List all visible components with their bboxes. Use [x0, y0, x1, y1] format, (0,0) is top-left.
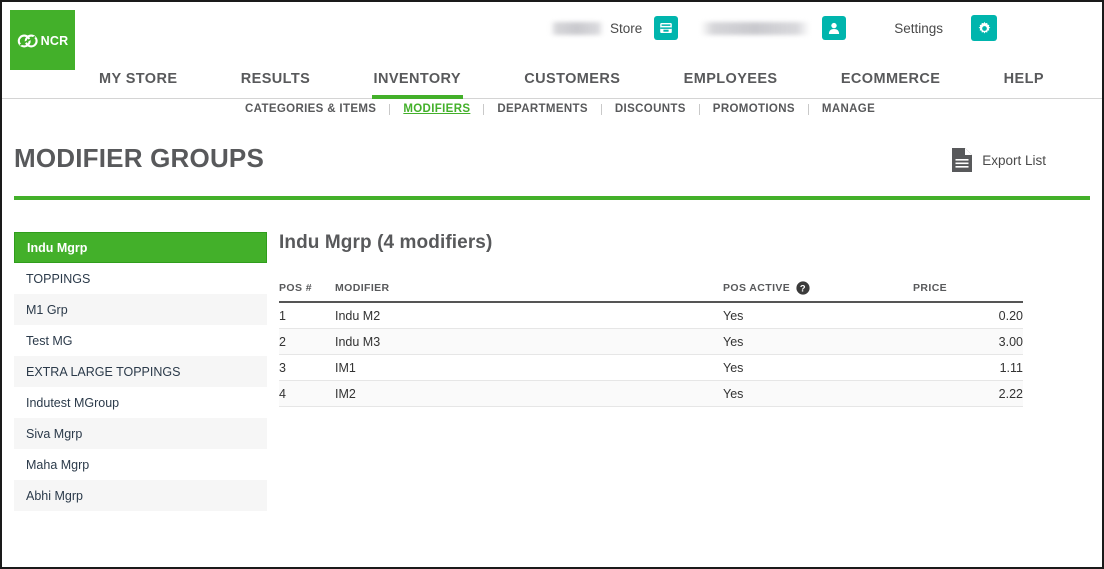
- subnav-separator: [483, 103, 485, 115]
- page-header: MODIFIER GROUPS Export List: [2, 138, 1102, 196]
- ncr-logo[interactable]: NCR: [10, 10, 75, 72]
- cell-pos: 1: [279, 302, 335, 329]
- table-body: 1 Indu M2 Yes 0.20 2 Indu M3 Yes 3.00 3 …: [279, 302, 1023, 407]
- user-profile-icon[interactable]: [822, 16, 847, 40]
- sidebar-item-test-mg[interactable]: Test MG: [14, 325, 267, 356]
- nav-item-employees[interactable]: EMPLOYEES: [682, 70, 780, 99]
- subnav-separator: [807, 103, 809, 115]
- nav-item-ecommerce[interactable]: ECOMMERCE: [839, 70, 942, 99]
- subnav-item-departments[interactable]: DEPARTMENTS: [497, 103, 588, 115]
- page-content: Indu Mgrp TOPPINGS M1 Grp Test MG EXTRA …: [2, 200, 1102, 511]
- subnav-separator: [600, 103, 602, 115]
- cell-pos-active: Yes: [723, 302, 913, 329]
- nav-item-my-store[interactable]: MY STORE: [97, 70, 179, 99]
- subnav-item-categories-items[interactable]: CATEGORIES & ITEMS: [245, 103, 376, 115]
- modifier-group-list: Indu Mgrp TOPPINGS M1 Grp Test MG EXTRA …: [14, 232, 267, 511]
- store-register-icon[interactable]: [654, 16, 679, 40]
- cell-modifier: Indu M3: [335, 328, 723, 355]
- sidebar-item-extra-large-toppings[interactable]: EXTRA LARGE TOPPINGS: [14, 356, 267, 387]
- sub-navigation: CATEGORIES & ITEMS MODIFIERS DEPARTMENTS…: [2, 99, 1102, 125]
- nav-item-inventory[interactable]: INVENTORY: [371, 70, 463, 99]
- panel-title: Indu Mgrp (4 modifiers): [279, 232, 493, 253]
- cell-price: 1.11: [913, 354, 1023, 381]
- table-row[interactable]: 1 Indu M2 Yes 0.20: [279, 302, 1023, 329]
- cell-modifier: IM2: [335, 380, 723, 407]
- sidebar-item-abhi-mgrp[interactable]: Abhi Mgrp: [14, 480, 267, 511]
- table-row[interactable]: 4 IM2 Yes 2.22: [279, 380, 1023, 407]
- subnav-separator: [698, 103, 700, 115]
- settings-link[interactable]: Settings: [894, 21, 943, 36]
- export-list-button[interactable]: Export List: [951, 147, 1046, 173]
- export-list-label: Export List: [982, 152, 1046, 168]
- sidebar-item-indutest-mgroup[interactable]: Indutest MGroup: [14, 387, 267, 418]
- table-header-row: POS # MODIFIER POS ACTIVE ? PRICE: [279, 281, 1023, 303]
- sidebar-item-maha-mgrp[interactable]: Maha Mgrp: [14, 449, 267, 480]
- nav-item-results[interactable]: RESULTS: [239, 70, 312, 99]
- subnav-separator: [389, 103, 391, 115]
- user-name-redacted: [700, 21, 811, 35]
- store-label: Store: [610, 20, 643, 36]
- ncr-logo-text: NCR: [40, 33, 69, 48]
- table-header: POS # MODIFIER POS ACTIVE ? PRICE: [279, 281, 1023, 303]
- sidebar-item-m1-grp[interactable]: M1 Grp: [14, 294, 267, 325]
- sidebar-item-toppings[interactable]: TOPPINGS: [14, 263, 267, 294]
- column-header-modifier[interactable]: MODIFIER: [335, 281, 723, 303]
- page-title: MODIFIER GROUPS: [14, 143, 265, 173]
- modifiers-table: POS # MODIFIER POS ACTIVE ? PRICE 1 Indu…: [279, 281, 1023, 407]
- subnav-item-promotions[interactable]: PROMOTIONS: [713, 103, 795, 115]
- cell-pos-active: Yes: [723, 328, 913, 355]
- sidebar-item-siva-mgrp[interactable]: Siva Mgrp: [14, 418, 267, 449]
- modifier-detail-panel: Indu Mgrp (4 modifiers) POS # MODIFIER P…: [279, 232, 1023, 511]
- store-name-redacted: [550, 21, 604, 35]
- svg-text:?: ?: [800, 282, 806, 293]
- cell-price: 3.00: [913, 328, 1023, 355]
- subnav-item-manage[interactable]: MANAGE: [822, 103, 875, 115]
- application-window: NCR Store Settings MY STORE RESULTS INVE…: [0, 0, 1104, 569]
- document-export-icon: [951, 147, 973, 173]
- cell-pos: 2: [279, 328, 335, 355]
- cell-pos-active: Yes: [723, 354, 913, 381]
- column-header-pos-active-label: POS ACTIVE: [723, 282, 791, 294]
- cell-price: 0.20: [913, 302, 1023, 329]
- cell-pos: 3: [279, 354, 335, 381]
- nav-item-customers[interactable]: CUSTOMERS: [522, 70, 622, 99]
- column-header-price[interactable]: PRICE: [913, 281, 1023, 303]
- column-header-pos[interactable]: POS #: [279, 281, 335, 303]
- cell-modifier: IM1: [335, 354, 723, 381]
- gear-icon[interactable]: [971, 15, 998, 41]
- cell-modifier: Indu M2: [335, 302, 723, 329]
- subnav-item-modifiers[interactable]: MODIFIERS: [403, 103, 470, 115]
- table-row[interactable]: 3 IM1 Yes 1.11: [279, 354, 1023, 381]
- nav-item-help[interactable]: HELP: [1002, 70, 1046, 99]
- cell-pos: 4: [279, 380, 335, 407]
- top-header-bar: NCR Store Settings: [2, 2, 1102, 72]
- cell-pos-active: Yes: [723, 380, 913, 407]
- header-account-area: Store Settings: [550, 13, 998, 43]
- sidebar-item-indu-mgrp[interactable]: Indu Mgrp: [14, 232, 267, 263]
- table-row[interactable]: 2 Indu M3 Yes 3.00: [279, 328, 1023, 355]
- cell-price: 2.22: [913, 380, 1023, 407]
- subnav-item-discounts[interactable]: DISCOUNTS: [615, 103, 686, 115]
- ncr-rings-icon: [17, 33, 39, 49]
- main-navigation: MY STORE RESULTS INVENTORY CUSTOMERS EMP…: [2, 70, 1102, 99]
- column-header-pos-active[interactable]: POS ACTIVE ?: [723, 281, 913, 303]
- question-mark-help-icon[interactable]: ?: [796, 281, 810, 295]
